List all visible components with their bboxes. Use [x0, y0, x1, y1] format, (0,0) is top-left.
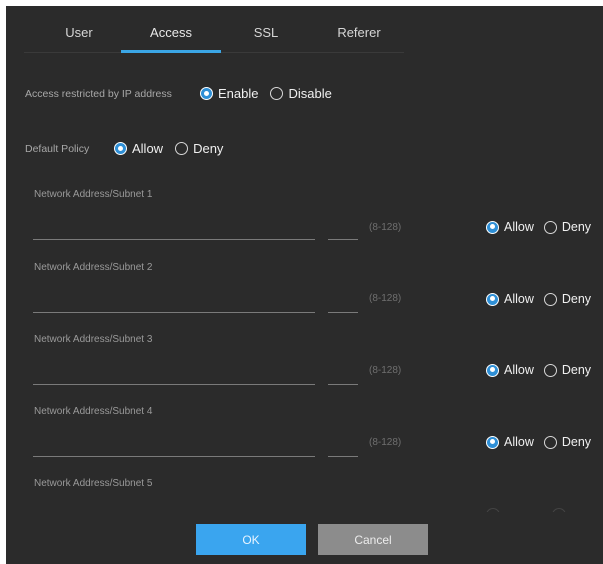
subnet-1-label: Network Address/Subnet 1 — [34, 189, 153, 200]
default-deny-radio[interactable]: Deny — [175, 141, 223, 156]
default-policy-radios: Allow Deny — [114, 141, 235, 156]
access-restricted-radios: Enable Disable — [200, 86, 344, 101]
dialog-footer: OK Cancel — [6, 512, 603, 564]
enable-label: Enable — [218, 86, 259, 101]
subnet-1-range-hint: (8-128) — [369, 222, 402, 233]
deny-label: Deny — [561, 363, 592, 377]
subnet-3-policy: Allow Deny — [486, 363, 601, 377]
tab-access[interactable]: Access — [121, 24, 221, 53]
subnet-1-allow-radio[interactable]: Allow — [486, 220, 534, 234]
subnet-4-policy: Allow Deny — [486, 435, 601, 449]
radio-checked-icon — [200, 87, 213, 100]
ok-button[interactable]: OK — [196, 524, 306, 555]
subnet-3-range-hint: (8-128) — [369, 365, 402, 376]
subnet-4-deny-radio[interactable]: Deny — [543, 435, 592, 449]
radio-unchecked-icon — [543, 220, 557, 234]
default-policy-label: Default Policy — [25, 143, 90, 155]
subnet-2-deny-radio[interactable]: Deny — [543, 292, 592, 306]
tab-ssl[interactable]: SSL — [236, 24, 296, 52]
subnet-3-label: Network Address/Subnet 3 — [34, 334, 153, 345]
subnet-1-deny-radio[interactable]: Deny — [543, 220, 592, 234]
radio-unchecked-icon — [543, 292, 557, 306]
subnet-2-policy: Allow Deny — [486, 292, 601, 306]
disable-label: Disable — [288, 86, 332, 101]
radio-checked-icon — [114, 142, 127, 155]
subnet-4-allow-radio[interactable]: Allow — [486, 435, 534, 449]
subnet-4-address-field[interactable] — [33, 456, 315, 457]
subnet-4-label: Network Address/Subnet 4 — [34, 406, 153, 417]
deny-label: Deny — [561, 220, 592, 234]
radio-checked-icon — [486, 363, 499, 377]
subnet-2-prefix-field[interactable] — [328, 312, 358, 313]
allow-label: Allow — [504, 363, 534, 377]
cancel-button[interactable]: Cancel — [318, 524, 428, 555]
radio-unchecked-icon — [175, 142, 189, 155]
allow-label: Allow — [504, 292, 534, 306]
subnet-3-deny-radio[interactable]: Deny — [543, 363, 592, 377]
allow-label: Allow — [504, 435, 534, 449]
tab-user[interactable]: User — [54, 24, 104, 52]
allow-label: Allow — [504, 220, 534, 234]
subnet-2-label: Network Address/Subnet 2 — [34, 262, 153, 273]
subnet-2-address-field[interactable] — [33, 312, 315, 313]
deny-label: Deny — [193, 141, 224, 156]
access-settings-dialog: User Access SSL Referer Access restricte… — [6, 6, 603, 564]
subnet-3-address-field[interactable] — [33, 384, 315, 385]
subnet-4-prefix-field[interactable] — [328, 456, 358, 457]
disable-radio[interactable]: Disable — [270, 86, 332, 101]
allow-label: Allow — [132, 141, 164, 156]
radio-unchecked-icon — [543, 435, 557, 449]
radio-unchecked-icon — [543, 363, 557, 377]
subnet-2-allow-radio[interactable]: Allow — [486, 292, 534, 306]
subnet-2-range-hint: (8-128) — [369, 293, 402, 304]
subnet-5-label: Network Address/Subnet 5 — [34, 478, 153, 489]
tab-bar: User Access SSL Referer — [24, 24, 404, 53]
deny-label: Deny — [561, 292, 592, 306]
tab-referer[interactable]: Referer — [314, 24, 404, 52]
subnet-1-prefix-field[interactable] — [328, 239, 358, 240]
radio-checked-icon — [486, 220, 499, 234]
subnet-3-allow-radio[interactable]: Allow — [486, 363, 534, 377]
subnet-4-range-hint: (8-128) — [369, 437, 402, 448]
radio-checked-icon — [486, 435, 499, 449]
default-allow-radio[interactable]: Allow — [114, 141, 163, 156]
subnet-1-policy: Allow Deny — [486, 220, 601, 234]
subnet-1-address-field[interactable] — [33, 239, 315, 240]
deny-label: Deny — [561, 435, 592, 449]
radio-unchecked-icon — [270, 87, 284, 100]
subnet-3-prefix-field[interactable] — [328, 384, 358, 385]
enable-radio[interactable]: Enable — [200, 86, 258, 101]
radio-checked-icon — [486, 292, 499, 306]
access-restricted-label: Access restricted by IP address — [25, 88, 172, 100]
